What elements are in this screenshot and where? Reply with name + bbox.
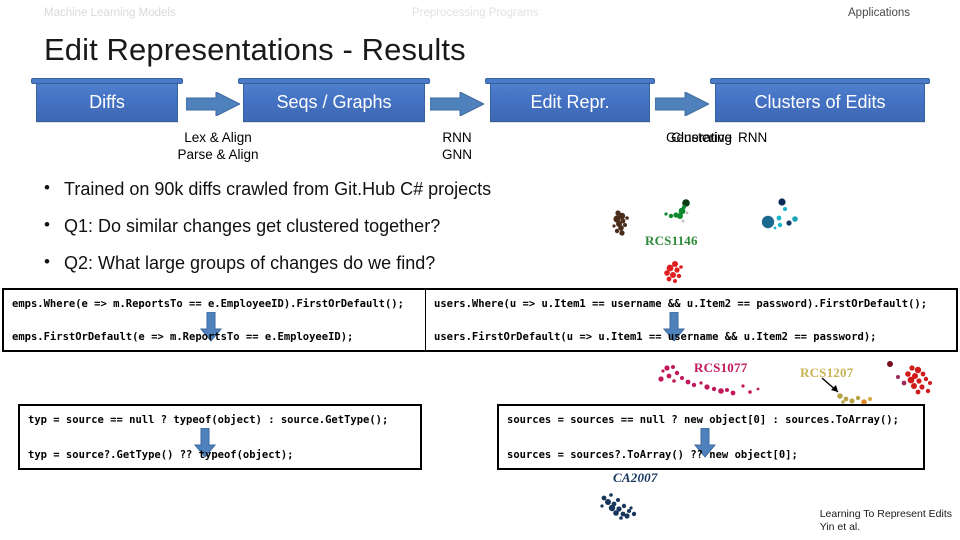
code-example-box-4: sources = sources == null ? new object[0…	[497, 404, 925, 470]
header-label-applications: Applications	[848, 7, 911, 19]
cluster-scatter-darkred	[868, 358, 938, 408]
credit-line-authors: Yin et al.	[819, 521, 861, 533]
arrow-label-line1: Lex & Align	[184, 130, 252, 145]
arrow-label-rnn: RNN	[738, 130, 768, 145]
pipeline-box-edit-repr[interactable]: Edit Repr.	[485, 78, 655, 122]
pipeline-box-label: Clusters of Edits	[754, 91, 886, 112]
arrow-label-line2: Parse & Align	[177, 147, 259, 162]
arrow-label-line1: RNN	[442, 130, 472, 145]
cluster-label-rcs1146: RCS1146	[645, 233, 698, 248]
cluster-scatter-navy	[594, 490, 664, 535]
right-arrow-icon	[655, 92, 709, 116]
arrow-label-preprocessing: Lex & Align Parse & Align	[160, 129, 276, 163]
arrow-label-models: RNN GNN	[404, 129, 510, 163]
cluster-label-rcs1077: RCS1077	[694, 360, 748, 375]
cluster-label-ca2007: CA2007	[613, 470, 658, 485]
pipeline-box-clusters-of-edits[interactable]: Clusters of Edits	[710, 78, 930, 122]
cluster-scatter-teal	[755, 198, 810, 243]
code-line-after: sources = sources?.ToArray() ?? new obje…	[507, 449, 798, 461]
bullet-list: Trained on 90k diffs crawled from Git.Hu…	[36, 177, 636, 289]
code-line-before: sources = sources == null ? new object[0…	[507, 414, 899, 426]
pipeline-box-label: Diffs	[89, 91, 125, 112]
code-line-after: emps.FirstOrDefault(e => m.ReportsTo == …	[12, 331, 354, 343]
right-arrow-icon	[186, 92, 240, 116]
cluster-label-rcs1207: RCS1207	[800, 365, 854, 380]
arrow-label-overlap-generative: Generative	[665, 130, 732, 145]
arrow-label-line2: GNN	[442, 147, 472, 162]
pipeline-box-diffs[interactable]: Diffs	[31, 78, 183, 122]
bullet-item: Q2: What large groups of changes do we f…	[36, 251, 636, 274]
cluster-scatter-brown	[608, 207, 648, 247]
bullet-item: Trained on 90k diffs crawled from Git.Hu…	[36, 177, 636, 200]
cluster-scatter-red	[655, 258, 699, 290]
header-label-machine-learning-models: Machine Learning Models	[44, 7, 176, 19]
code-example-box-1: emps.Where(e => m.ReportsTo == e.Employe…	[2, 288, 426, 352]
code-example-box-3: typ = source == null ? typeof(object) : …	[18, 404, 422, 470]
arrow-label-clustering: Clustering Generative RNN	[612, 129, 842, 146]
credit-line-title: Learning To Represent Edits	[819, 508, 952, 520]
slide-canvas: Machine Learning Models Preprocessing Pr…	[0, 0, 960, 540]
pipeline-box-label: Seqs / Graphs	[276, 91, 392, 112]
code-line-before: users.Where(u => u.Item1 == username && …	[434, 298, 928, 310]
page-title: Edit Representations - Results	[44, 32, 466, 67]
code-line-before: emps.Where(e => m.ReportsTo == e.Employe…	[12, 298, 404, 310]
code-line-after: typ = source?.GetType() ?? typeof(object…	[28, 449, 294, 461]
header-label-preprocessing-programs: Preprocessing Programs	[412, 7, 539, 19]
code-line-after: users.FirstOrDefault(u => u.Item1 == use…	[434, 331, 877, 343]
pipeline-box-label: Edit Repr.	[530, 91, 610, 112]
right-arrow-icon	[430, 92, 484, 116]
pipeline-box-seqs-graphs[interactable]: Seqs / Graphs	[238, 78, 430, 122]
bullet-item: Q1: Do similar changes get clustered tog…	[36, 214, 636, 237]
source-credit: Learning To Represent Edits Yin et al.	[820, 508, 952, 534]
code-line-before: typ = source == null ? typeof(object) : …	[28, 414, 389, 426]
code-example-box-2: users.Where(u => u.Item1 == username && …	[425, 288, 958, 352]
